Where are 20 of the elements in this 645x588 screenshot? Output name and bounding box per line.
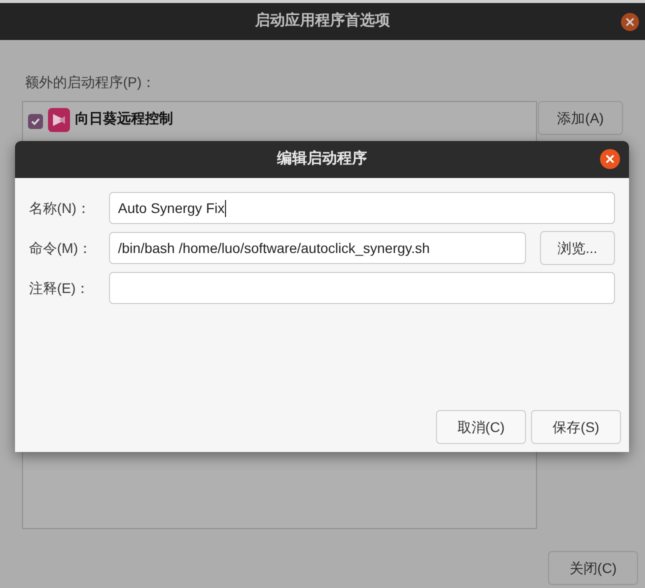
input-field[interactable]: /bin/bash /home/luo/software/autoclick_synergy.sh — [109, 232, 526, 264]
app-name: 向日葵远程控制 — [75, 109, 173, 128]
dialog-title: 编辑启动程序 — [277, 149, 367, 170]
add-button[interactable]: 添加(A) — [538, 101, 623, 135]
close-icon[interactable] — [621, 13, 639, 31]
check-icon — [30, 116, 41, 127]
close-icon[interactable] — [600, 149, 620, 169]
input-field[interactable] — [109, 272, 615, 304]
input-field[interactable]: Auto Synergy Fix — [109, 192, 615, 224]
browse-button[interactable]: 浏览... — [540, 231, 615, 265]
field-label: 命令(M)： — [29, 238, 93, 258]
checkbox[interactable] — [28, 114, 43, 129]
app-icon — [48, 108, 70, 132]
field-label: 注释(E)： — [29, 278, 91, 298]
field-label: 名称(N)： — [29, 198, 92, 218]
close-button[interactable]: 关闭(C) — [548, 551, 638, 585]
cancel-button[interactable]: 取消(C) — [436, 410, 526, 444]
save-button[interactable]: 保存(S) — [531, 410, 621, 444]
list-label: 额外的启动程序(P)： — [24, 73, 157, 92]
window-title: 启动应用程序首选项 — [255, 11, 390, 32]
